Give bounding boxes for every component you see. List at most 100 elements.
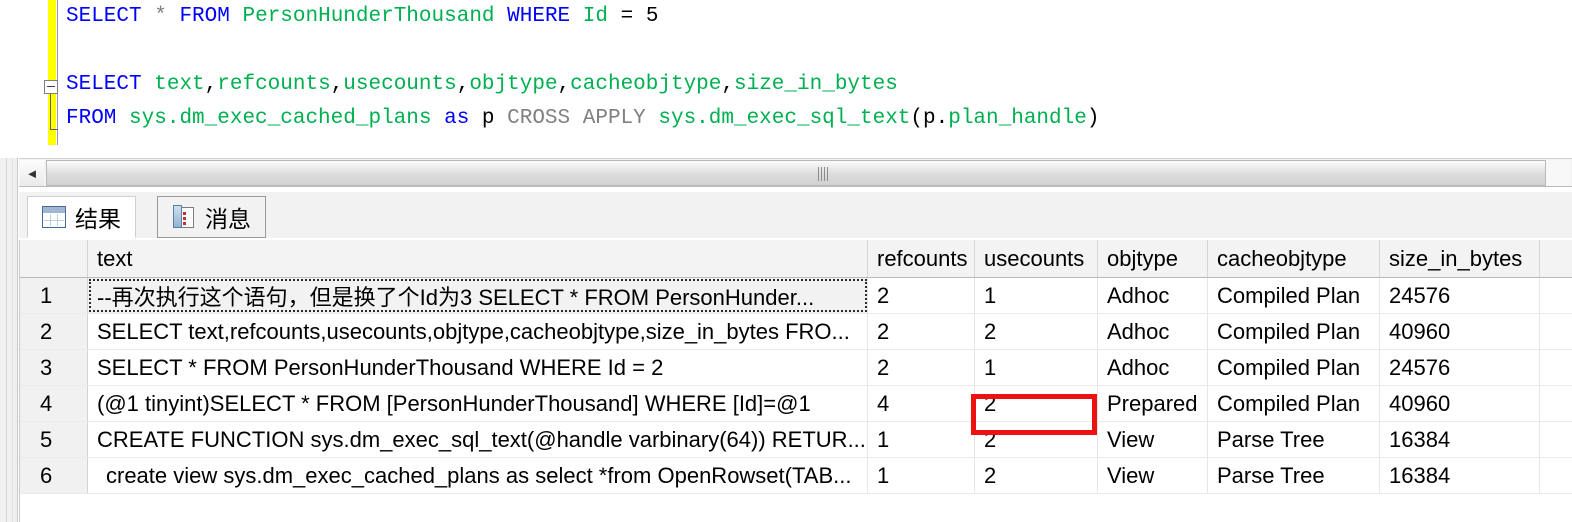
- code-token: refcounts: [217, 73, 331, 96]
- scrollbar-thumb[interactable]: [46, 160, 1546, 186]
- cell-refcounts[interactable]: 1: [868, 458, 975, 493]
- cell-cacheobjtype[interactable]: Compiled Plan: [1208, 350, 1380, 385]
- cell-usecounts[interactable]: 1: [975, 278, 1098, 313]
- cell-refcounts[interactable]: 2: [868, 278, 975, 313]
- cell-cacheobjtype[interactable]: Parse Tree: [1208, 458, 1380, 493]
- cell-rownum[interactable]: 4: [20, 386, 88, 421]
- cell-text[interactable]: SELECT text,refcounts,usecounts,objtype,…: [88, 314, 868, 349]
- sql-editor-pane[interactable]: SELECT * FROM PersonHunderThousand WHERE…: [0, 0, 1572, 158]
- code-token: FROM: [179, 5, 230, 28]
- cell-usecounts[interactable]: 2: [975, 314, 1098, 349]
- cell-text[interactable]: CREATE FUNCTION sys.dm_exec_sql_text(@ha…: [88, 422, 868, 457]
- cell-rownum[interactable]: 6: [20, 458, 88, 493]
- scroll-left-arrow-icon[interactable]: ◄: [20, 160, 44, 186]
- table-row[interactable]: 5 CREATE FUNCTION sys.dm_exec_sql_text(@h…: [20, 422, 1572, 458]
- code-token: objtype: [469, 73, 558, 96]
- code-token: sys.dm_exec_sql_text: [658, 107, 911, 130]
- cell-objtype[interactable]: Adhoc: [1098, 278, 1208, 313]
- cell-objtype[interactable]: Adhoc: [1098, 350, 1208, 385]
- code-token: size_in_bytes: [734, 73, 898, 96]
- cell-refcounts[interactable]: 4: [868, 386, 975, 421]
- cell-text[interactable]: (@1 tinyint)SELECT * FROM [PersonHunderT…: [88, 386, 868, 421]
- ssms-query-window: SELECT * FROM PersonHunderThousand WHERE…: [0, 0, 1572, 522]
- grid-header-row: text refcounts usecounts objtype cacheobjtyp…: [20, 240, 1572, 278]
- cell-size_in_bytes[interactable]: 16384: [1380, 422, 1540, 457]
- cell-objtype[interactable]: View: [1098, 422, 1208, 457]
- cell-usecounts[interactable]: 1: [975, 350, 1098, 385]
- code-token: ,: [330, 73, 344, 96]
- code-token: 5: [645, 5, 659, 28]
- cell-rownum[interactable]: 1: [20, 278, 88, 313]
- grid-body[interactable]: 1 --再次执行这个语句，但是换了个Id为3 SELECT * FROM Pers…: [20, 278, 1572, 494]
- cell-cacheobjtype[interactable]: Parse Tree: [1208, 422, 1380, 457]
- cell-size_in_bytes[interactable]: 24576: [1380, 350, 1540, 385]
- cell-text[interactable]: SELECT * FROM PersonHunderThousand WHERE…: [88, 350, 868, 385]
- cell-refcounts[interactable]: 2: [868, 350, 975, 385]
- column-header-cacheobjtype[interactable]: cacheobjtype: [1208, 240, 1380, 277]
- results-tabstrip: 结果 消息: [19, 192, 1572, 240]
- sql-code-text[interactable]: SELECT * FROM PersonHunderThousand WHERE…: [58, 0, 1572, 155]
- cell-rownum[interactable]: 2: [20, 314, 88, 349]
- code-token: ,: [456, 73, 470, 96]
- column-header-usecounts[interactable]: usecounts: [975, 240, 1098, 277]
- code-token: text: [154, 73, 205, 96]
- tab-messages[interactable]: 消息: [157, 196, 266, 238]
- column-header-rownum[interactable]: [20, 240, 88, 277]
- column-header-refcounts[interactable]: refcounts: [868, 240, 975, 277]
- table-row[interactable]: 1 --再次执行这个语句，但是换了个Id为3 SELECT * FROM Pers…: [20, 278, 1572, 314]
- cell-usecounts[interactable]: 2: [975, 422, 1098, 457]
- message-icon: [172, 205, 196, 229]
- code-token: p: [469, 107, 508, 130]
- tab-results[interactable]: 结果: [27, 196, 136, 238]
- code-token: CROSS APPLY: [507, 107, 646, 130]
- code-line-line-select-columns: SELECT text,refcounts,usecounts,objtype,…: [58, 68, 1572, 102]
- cell-cacheobjtype[interactable]: Compiled Plan: [1208, 278, 1380, 313]
- column-header-text[interactable]: text: [88, 240, 868, 277]
- cell-size_in_bytes[interactable]: 16384: [1380, 458, 1540, 493]
- cell-objtype[interactable]: Adhoc: [1098, 314, 1208, 349]
- code-token: (p.: [910, 107, 949, 130]
- code-token: usecounts: [343, 73, 457, 96]
- cell-rownum[interactable]: 5: [20, 422, 88, 457]
- cell-cacheobjtype[interactable]: Compiled Plan: [1208, 314, 1380, 349]
- cell-refcounts[interactable]: 1: [868, 422, 975, 457]
- column-header-objtype[interactable]: objtype: [1098, 240, 1208, 277]
- cell-usecounts[interactable]: 2: [975, 458, 1098, 493]
- code-token: ,: [204, 73, 218, 96]
- code-token: SELECT: [66, 73, 142, 96]
- cell-rownum[interactable]: 3: [20, 350, 88, 385]
- collapse-minus-icon[interactable]: [44, 80, 58, 94]
- cell-objtype[interactable]: Prepared: [1098, 386, 1208, 421]
- tab-messages-label: 消息: [205, 206, 251, 232]
- code-token: =: [620, 5, 634, 28]
- cell-size_in_bytes[interactable]: 24576: [1380, 278, 1540, 313]
- table-row[interactable]: 4 (@1 tinyint)SELECT * FROM [PersonHunder…: [20, 386, 1572, 422]
- scrollbar-track[interactable]: [46, 160, 1570, 186]
- table-row[interactable]: 2 SELECT text,refcounts,usecounts,objtype…: [20, 314, 1572, 350]
- table-row[interactable]: 3 SELECT * FROM PersonHunderThousand WHER…: [20, 350, 1572, 386]
- column-header-size_in_bytes[interactable]: size_in_bytes: [1380, 240, 1540, 277]
- results-grid[interactable]: text refcounts usecounts objtype cacheobjtyp…: [19, 240, 1572, 522]
- code-token: FROM: [66, 107, 117, 130]
- cell-text[interactable]: --再次执行这个语句，但是换了个Id为3 SELECT * FROM Perso…: [88, 278, 868, 313]
- cell-text[interactable]: create view sys.dm_exec_cached_plans as …: [88, 458, 868, 493]
- code-token: ,: [721, 73, 734, 96]
- code-token: plan_handle: [948, 107, 1087, 130]
- scrollbar-grip-icon: [817, 167, 829, 181]
- cell-cacheobjtype[interactable]: Compiled Plan: [1208, 386, 1380, 421]
- code-token: as: [444, 107, 470, 130]
- editor-horizontal-scrollbar[interactable]: ◄: [19, 158, 1572, 187]
- code-token: cacheobjtype: [570, 73, 722, 96]
- cell-size_in_bytes[interactable]: 40960: [1380, 386, 1540, 421]
- cell-objtype[interactable]: View: [1098, 458, 1208, 493]
- cell-size_in_bytes[interactable]: 40960: [1380, 314, 1540, 349]
- cell-usecounts[interactable]: 2: [975, 386, 1098, 421]
- cell-refcounts[interactable]: 2: [868, 314, 975, 349]
- table-row[interactable]: 6 create view sys.dm_exec_cached_plans as…: [20, 458, 1572, 494]
